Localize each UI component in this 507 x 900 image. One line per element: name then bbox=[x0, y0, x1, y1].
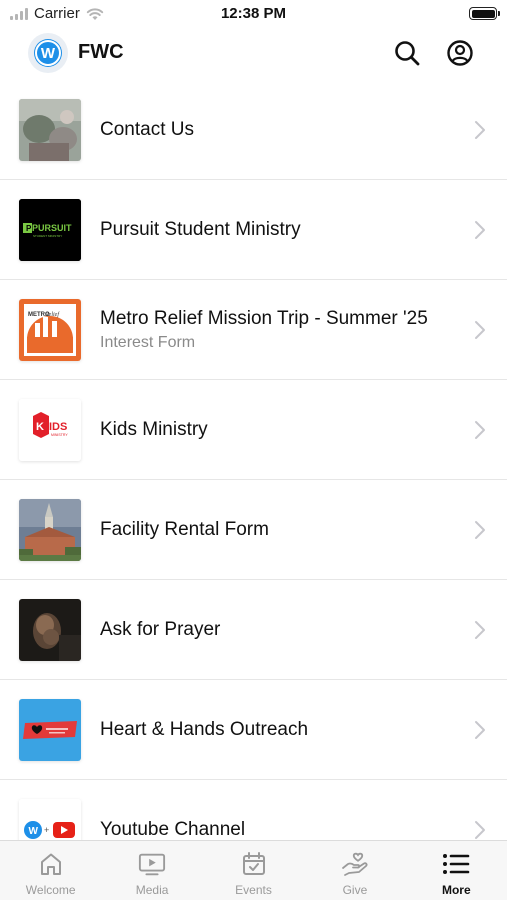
list-item-title: Heart & Hands Outreach bbox=[100, 719, 309, 740]
app-logo-letter: W bbox=[35, 40, 61, 66]
metro-relief-logo-thumbnail: METRO Relief bbox=[19, 299, 81, 361]
list-item-heart-hands-outreach[interactable]: Heart & Hands Outreach bbox=[0, 680, 507, 780]
svg-text:+: + bbox=[44, 825, 49, 835]
chevron-right-icon bbox=[475, 321, 485, 339]
account-icon bbox=[447, 40, 473, 66]
praying-hands-thumbnail bbox=[19, 599, 81, 661]
kids-logo-text: IDS bbox=[49, 421, 67, 433]
list-item-ask-for-prayer[interactable]: Ask for Prayer bbox=[0, 580, 507, 680]
app-title: FWC bbox=[78, 41, 124, 63]
pursuit-logo-text: PURSUIT bbox=[32, 223, 72, 233]
svg-text:W: W bbox=[29, 826, 39, 837]
list-item-title: Metro Relief Mission Trip - Summer '25 bbox=[100, 308, 428, 329]
tab-more[interactable]: More bbox=[406, 841, 507, 900]
list-icon bbox=[442, 850, 470, 878]
tab-media[interactable]: Media bbox=[101, 841, 202, 900]
kids-ministry-logo-thumbnail: K IDS MINISTRY bbox=[19, 399, 81, 461]
svg-text:K: K bbox=[36, 421, 44, 433]
list-item-title: Youtube Channel bbox=[100, 819, 246, 840]
tab-give[interactable]: Give bbox=[304, 841, 405, 900]
list-item-pursuit-student-ministry[interactable]: P PURSUIT STUDENT MINISTRY Pursuit Stude… bbox=[0, 180, 507, 280]
chevron-right-icon bbox=[475, 221, 485, 239]
list-item-title: Facility Rental Form bbox=[100, 519, 269, 540]
kids-logo-subtext: MINISTRY bbox=[51, 433, 68, 437]
tab-label: Welcome bbox=[25, 883, 76, 897]
account-button[interactable] bbox=[445, 38, 475, 68]
search-button[interactable] bbox=[392, 38, 422, 68]
youtube-channel-thumbnail: W + bbox=[19, 799, 81, 840]
chevron-right-icon bbox=[475, 621, 485, 639]
chevron-right-icon bbox=[475, 421, 485, 439]
list-item-metro-relief-mission-trip[interactable]: METRO Relief Metro Relief Mission Trip -… bbox=[0, 280, 507, 380]
tab-events[interactable]: Events bbox=[203, 841, 304, 900]
contact-us-thumbnail bbox=[19, 99, 81, 161]
status-bar: Carrier 12:38 PM bbox=[0, 0, 507, 28]
tab-welcome[interactable]: Welcome bbox=[0, 841, 101, 900]
list-item-title: Contact Us bbox=[100, 119, 194, 140]
metro-logo-subtext: Relief bbox=[44, 311, 60, 318]
chevron-right-icon bbox=[475, 121, 485, 139]
tab-bar: Welcome Media Events Give More bbox=[0, 840, 507, 900]
chevron-right-icon bbox=[475, 721, 485, 739]
tab-label: Give bbox=[342, 883, 368, 897]
chevron-right-icon bbox=[475, 521, 485, 539]
list-item-contact-us[interactable]: Contact Us bbox=[0, 80, 507, 180]
battery-icon bbox=[469, 7, 500, 20]
list-item-kids-ministry[interactable]: K IDS MINISTRY Kids Ministry bbox=[0, 380, 507, 480]
pursuit-logo-subtext: STUDENT MINISTRY bbox=[33, 234, 62, 238]
tab-label: More bbox=[441, 883, 471, 897]
list-item-youtube-channel[interactable]: W + Youtube Channel bbox=[0, 780, 507, 840]
search-icon bbox=[395, 41, 420, 66]
list-item-title: Ask for Prayer bbox=[100, 619, 221, 640]
list-item-subtitle: Interest Form bbox=[100, 334, 196, 351]
status-time: 12:38 PM bbox=[220, 5, 287, 22]
home-icon bbox=[37, 850, 65, 878]
list-item-title: Kids Ministry bbox=[100, 419, 208, 440]
tab-label: Media bbox=[135, 883, 169, 897]
give-hand-heart-icon bbox=[341, 850, 369, 878]
calendar-icon bbox=[240, 850, 268, 878]
app-logo[interactable]: W bbox=[28, 33, 68, 73]
tv-icon bbox=[138, 850, 166, 878]
church-building-thumbnail bbox=[19, 499, 81, 561]
more-menu-list: Contact Us P PURSUIT STUDENT MINISTRY Pu… bbox=[0, 80, 507, 840]
app-header: W FWC bbox=[0, 28, 507, 78]
heart-hands-logo-thumbnail bbox=[19, 699, 81, 761]
tab-label: Events bbox=[235, 883, 272, 897]
list-item-facility-rental-form[interactable]: Facility Rental Form bbox=[0, 480, 507, 580]
list-item-title: Pursuit Student Ministry bbox=[100, 219, 301, 240]
pursuit-logo-thumbnail: P PURSUIT STUDENT MINISTRY bbox=[19, 199, 81, 261]
chevron-right-icon bbox=[475, 821, 485, 839]
